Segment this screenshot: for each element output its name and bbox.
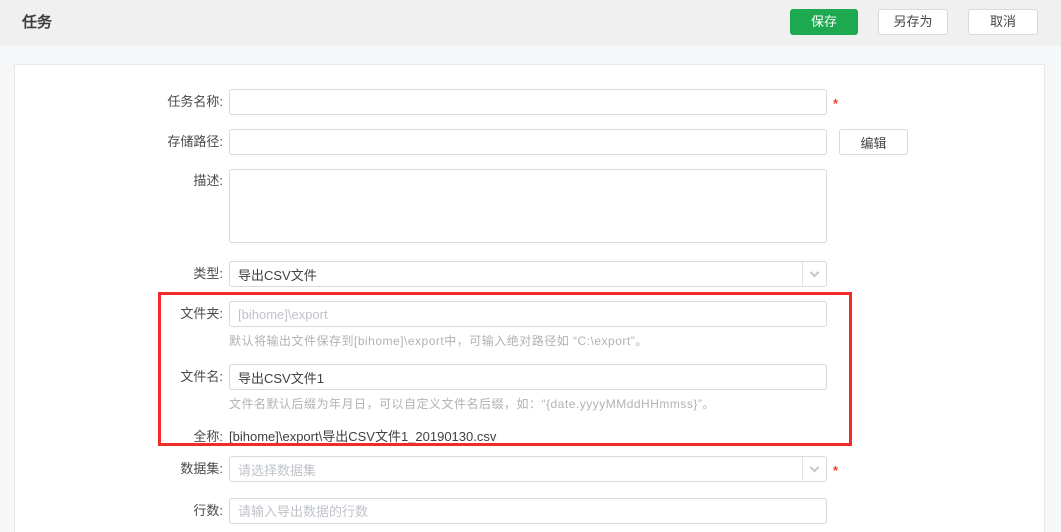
folder-help-text: 默认将输出文件保存到[bihome]\export中，可输入绝对路径如 “C:\… — [229, 334, 648, 348]
dataset-label: 数据集: — [180, 461, 223, 476]
file-name-label: 文件名: — [180, 369, 223, 384]
dataset-select-placeholder: 请选择数据集 — [238, 462, 317, 478]
type-label: 类型: — [193, 266, 223, 281]
description-textarea[interactable] — [229, 169, 827, 243]
type-select-value: 导出CSV文件 — [238, 267, 317, 283]
row-count-label: 行数: — [193, 503, 223, 518]
description-label: 描述: — [193, 173, 223, 188]
task-page: 任务 保存 另存为 取消 任务名称: * 存储路径: 编辑 描述: 类型: 导出… — [0, 0, 1061, 532]
cancel-button[interactable]: 取消 — [968, 9, 1038, 35]
storage-path-label: 存储路径: — [167, 134, 223, 149]
file-name-input[interactable] — [229, 364, 827, 390]
dataset-required-asterisk: * — [833, 463, 839, 478]
full-name-label: 全称: — [193, 429, 223, 444]
edit-button[interactable]: 编辑 — [839, 129, 908, 155]
task-name-label: 任务名称: — [167, 94, 223, 109]
storage-path-input[interactable] — [229, 129, 827, 155]
folder-input[interactable] — [229, 301, 827, 327]
page-title: 任务 — [22, 14, 53, 31]
file-name-help-text: 文件名默认后缀为年月日，可以自定义文件名后缀，如：“{date.yyyyMMdd… — [229, 397, 715, 411]
page-header: 任务 保存 另存为 取消 — [0, 0, 1061, 46]
save-button[interactable]: 保存 — [790, 9, 858, 35]
task-name-required-asterisk: * — [833, 96, 839, 111]
task-form-card: 任务名称: * 存储路径: 编辑 描述: 类型: 导出CSV文件 文件夹: 默认… — [14, 64, 1045, 532]
full-name-value: [bihome]\export\导出CSV文件1_20190130.csv — [229, 429, 497, 444]
type-select[interactable]: 导出CSV文件 — [229, 261, 827, 287]
task-name-input[interactable] — [229, 89, 827, 115]
row-count-input[interactable] — [229, 498, 827, 524]
chevron-down-icon — [802, 262, 826, 286]
save-as-button[interactable]: 另存为 — [878, 9, 948, 35]
folder-label: 文件夹: — [180, 306, 223, 321]
chevron-down-icon — [802, 457, 826, 481]
dataset-select[interactable]: 请选择数据集 — [229, 456, 827, 482]
